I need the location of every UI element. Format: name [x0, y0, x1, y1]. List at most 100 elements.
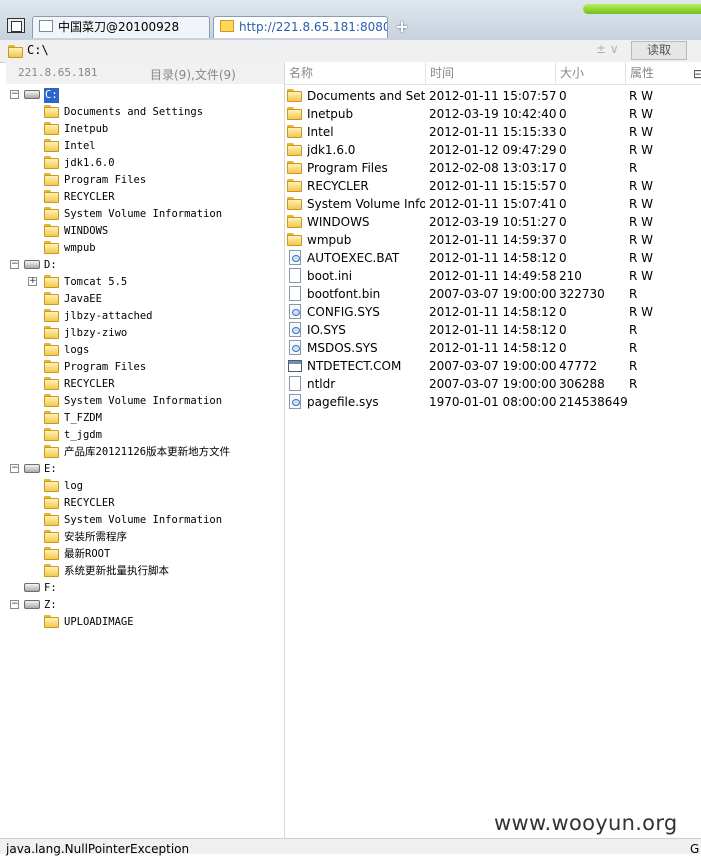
- read-button[interactable]: 读取: [631, 41, 687, 60]
- folder-icon: [287, 214, 303, 229]
- folder-icon: [44, 207, 60, 221]
- folder-icon: [44, 190, 60, 204]
- file-row[interactable]: CONFIG.SYS 2012-01-11 14:58:12 0 R W: [285, 303, 701, 321]
- tab-caidao[interactable]: 中国菜刀@20100928: [32, 16, 210, 38]
- file-row[interactable]: RECYCLER 2012-01-11 15:15:57 0 R W: [285, 177, 701, 195]
- tree-folder-item[interactable]: + Tomcat 5.5: [6, 274, 284, 291]
- path-input[interactable]: C:\: [27, 43, 49, 57]
- file-row[interactable]: jdk1.6.0 2012-01-12 09:47:29 0 R W: [285, 141, 701, 159]
- tree-folder-item[interactable]: jlbzy-ziwo: [6, 325, 284, 342]
- collapse-icon[interactable]: −: [10, 90, 19, 99]
- column-name[interactable]: 名称: [285, 62, 425, 84]
- tab-bar: 中国菜刀@20100928 http://221.8.65.181:8080/j…: [0, 0, 701, 41]
- tree-folder-item[interactable]: Intel: [6, 138, 284, 155]
- file-row[interactable]: wmpub 2012-01-11 14:59:37 0 R W: [285, 231, 701, 249]
- tree-drive-item[interactable]: F:: [6, 580, 284, 597]
- column-size[interactable]: 大小: [555, 62, 625, 84]
- file-row[interactable]: Program Files 2012-02-08 13:03:17 0 R: [285, 159, 701, 177]
- file-row[interactable]: Documents and Settings 2012-01-11 15:07:5…: [285, 87, 701, 105]
- tree-folder-item[interactable]: jlbzy-attached: [6, 308, 284, 325]
- tree-item-label: logs: [64, 344, 90, 356]
- folder-icon: [287, 178, 303, 193]
- file-time: 2012-01-11 14:58:12: [429, 251, 557, 265]
- new-tab-button[interactable]: +: [395, 17, 409, 37]
- file-row[interactable]: bootfont.bin 2007-03-07 19:00:00 322730 R: [285, 285, 701, 303]
- file-attributes: R: [629, 377, 638, 391]
- tree-folder-item[interactable]: System Volume Information: [6, 206, 284, 223]
- tree-drive-item[interactable]: − E:: [6, 461, 284, 478]
- file-row[interactable]: Intel 2012-01-11 15:15:33 0 R W: [285, 123, 701, 141]
- tree-folder-item[interactable]: jdk1.6.0: [6, 155, 284, 172]
- tree-item-label: jdk1.6.0: [64, 157, 115, 169]
- tree-folder-item[interactable]: wmpub: [6, 240, 284, 257]
- path-dropdown-marks[interactable]: ± ∨: [596, 42, 619, 56]
- collapse-icon[interactable]: ⊟: [693, 67, 701, 81]
- file-row[interactable]: IO.SYS 2012-01-11 14:58:12 0 R: [285, 321, 701, 339]
- folder-icon: [44, 411, 60, 425]
- tree-folder-item[interactable]: 产品库20121126版本更新地方文件: [6, 444, 284, 461]
- tree-header: 221.8.65.181 目录(9),文件(9): [6, 62, 284, 84]
- tree-folder-item[interactable]: logs: [6, 342, 284, 359]
- tree-folder-item[interactable]: System Volume Information: [6, 512, 284, 529]
- file-time: 2012-01-11 14:58:12: [429, 341, 557, 355]
- window-menu-icon[interactable]: [7, 18, 25, 33]
- file-name: pagefile.sys: [307, 395, 379, 409]
- tree-folder-item[interactable]: RECYCLER: [6, 495, 284, 512]
- expand-icon[interactable]: +: [28, 277, 37, 286]
- file-name: Intel: [307, 125, 334, 139]
- tree-folder-item[interactable]: Program Files: [6, 359, 284, 376]
- tree-folder-item[interactable]: T_FZDM: [6, 410, 284, 427]
- tree-item-label: Tomcat 5.5: [64, 276, 128, 288]
- tree-item-label: Program Files: [64, 174, 147, 186]
- collapse-icon[interactable]: −: [10, 600, 19, 609]
- folder-icon: [44, 445, 60, 459]
- folder-icon: [44, 496, 60, 510]
- file-time: 2012-01-11 15:15:33: [429, 125, 557, 139]
- tree-folder-item[interactable]: RECYCLER: [6, 376, 284, 393]
- tree-drive-item[interactable]: − D:: [6, 257, 284, 274]
- tree-folder-item[interactable]: 安装所需程序: [6, 529, 284, 546]
- folder-icon: [44, 513, 60, 527]
- file-time: 2012-01-11 14:49:58: [429, 269, 557, 283]
- file-row[interactable]: AUTOEXEC.BAT 2012-01-11 14:58:12 0 R W: [285, 249, 701, 267]
- tree-item-label: Program Files: [64, 361, 147, 373]
- file-row[interactable]: ntldr 2007-03-07 19:00:00 306288 R: [285, 375, 701, 393]
- tab-label: 中国菜刀@20100928: [58, 20, 180, 34]
- collapse-icon[interactable]: −: [10, 464, 19, 473]
- file-attributes: R: [629, 359, 638, 373]
- tree-folder-item[interactable]: Documents and Settings: [6, 104, 284, 121]
- tree-folder-item[interactable]: Inetpub: [6, 121, 284, 138]
- tree-folder-item[interactable]: UPLOADIMAGE: [6, 614, 284, 631]
- tree-folder-item[interactable]: Program Files: [6, 172, 284, 189]
- folder-icon: [44, 156, 60, 170]
- column-attributes[interactable]: 属性: [625, 62, 685, 84]
- file-row[interactable]: System Volume Inform... 2012-01-11 15:07:…: [285, 195, 701, 213]
- tab-url[interactable]: http://221.8.65.181:8080/jlbz...: [213, 16, 388, 38]
- collapse-icon[interactable]: −: [10, 260, 19, 269]
- file-name: WINDOWS: [307, 215, 370, 229]
- file-size: 0: [559, 233, 567, 247]
- file-size: 47772: [559, 359, 598, 373]
- tree-folder-item[interactable]: log: [6, 478, 284, 495]
- tree-folder-item[interactable]: t_jgdm: [6, 427, 284, 444]
- file-row[interactable]: WINDOWS 2012-03-19 10:51:27 0 R W: [285, 213, 701, 231]
- folder-icon: [44, 479, 60, 493]
- tree-drive-item[interactable]: − C:: [6, 87, 284, 104]
- tree-folder-item[interactable]: JavaEE: [6, 291, 284, 308]
- file-row[interactable]: pagefile.sys 1970-01-01 08:00:00 214538649…: [285, 393, 701, 411]
- tree-folder-item[interactable]: 系统更新批量执行脚本: [6, 563, 284, 580]
- folder-icon: [44, 530, 60, 544]
- tree-folder-item[interactable]: WINDOWS: [6, 223, 284, 240]
- tree-folder-item[interactable]: RECYCLER: [6, 189, 284, 206]
- tree-folder-item[interactable]: 最新ROOT: [6, 546, 284, 563]
- file-row[interactable]: MSDOS.SYS 2012-01-11 14:58:12 0 R: [285, 339, 701, 357]
- column-time[interactable]: 时间: [425, 62, 555, 84]
- file-name: RECYCLER: [307, 179, 369, 193]
- tree-folder-item[interactable]: System Volume Information: [6, 393, 284, 410]
- file-row[interactable]: NTDETECT.COM 2007-03-07 19:00:00 47772 R: [285, 357, 701, 375]
- tree-drive-item[interactable]: − Z:: [6, 597, 284, 614]
- file-attributes: R W: [629, 125, 654, 139]
- status-message: java.lang.NullPointerException: [6, 842, 190, 856]
- file-row[interactable]: boot.ini 2012-01-11 14:49:58 210 R W: [285, 267, 701, 285]
- file-row[interactable]: Inetpub 2012-03-19 10:42:40 0 R W: [285, 105, 701, 123]
